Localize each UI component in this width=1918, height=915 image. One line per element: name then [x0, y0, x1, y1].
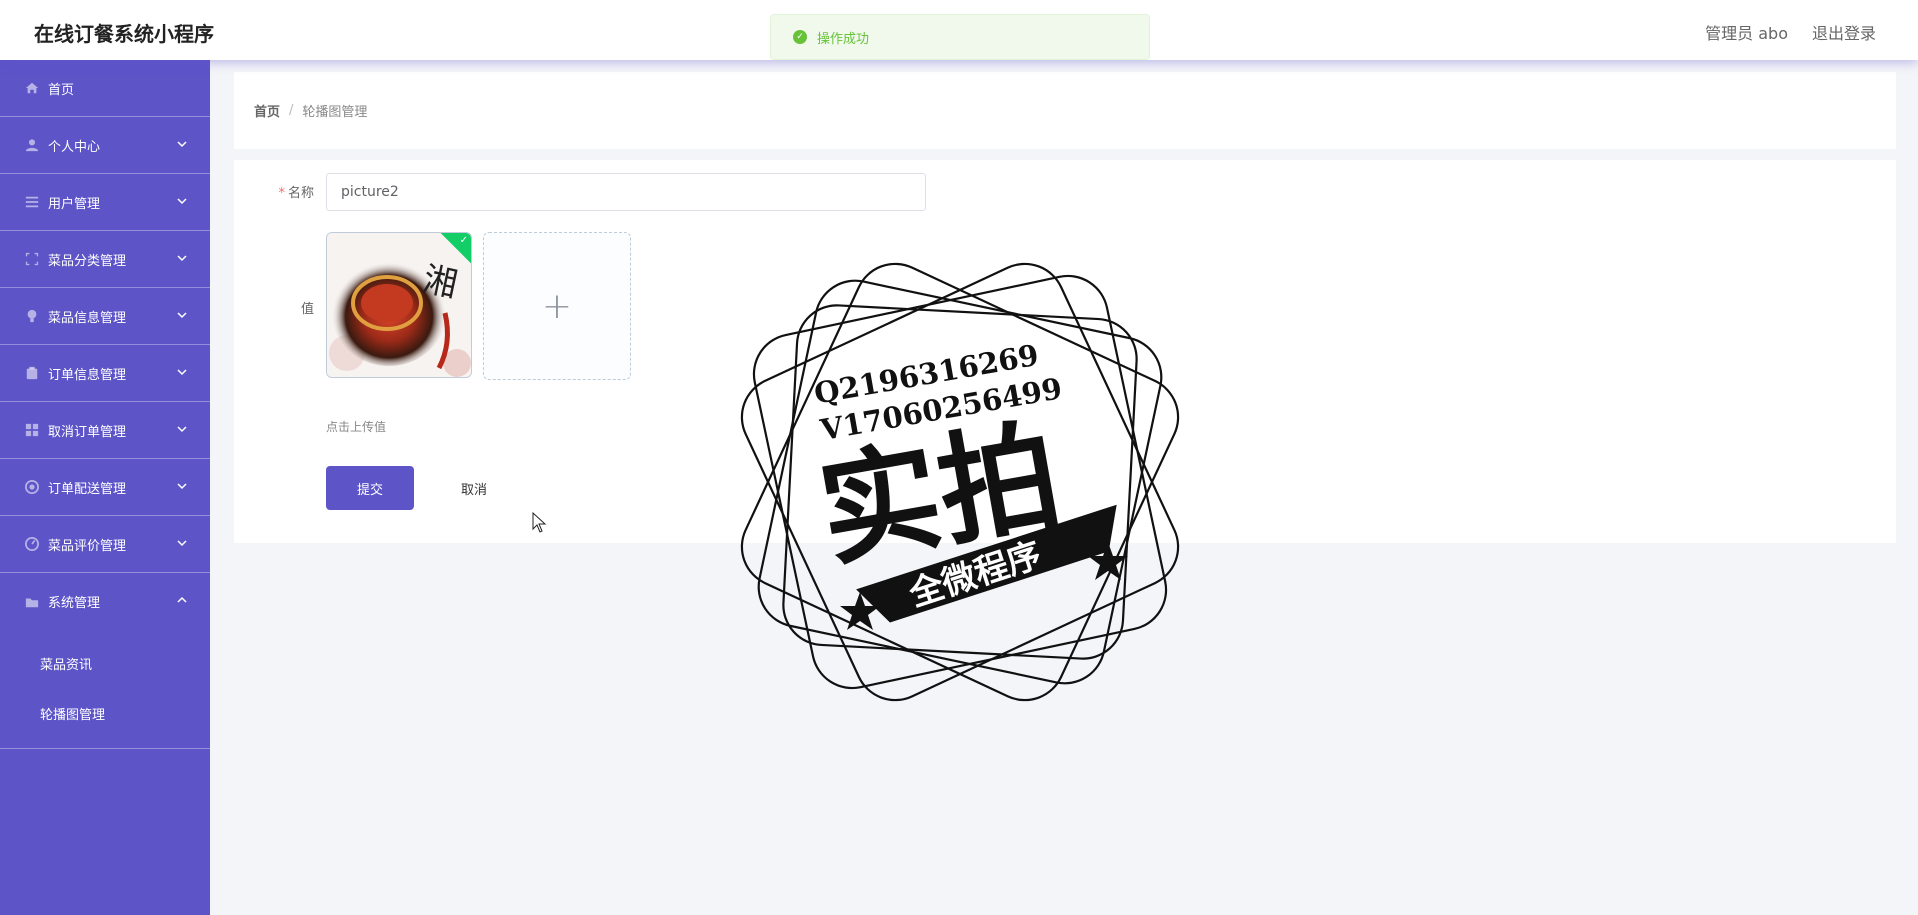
image-upload-button[interactable]: + [483, 232, 631, 380]
chevron-down-icon [176, 537, 188, 549]
breadcrumb-home[interactable]: 首页 [254, 101, 280, 120]
sidebar-item-label: 订单配送管理 [48, 481, 127, 497]
star-icon [840, 592, 880, 630]
list-icon [24, 194, 40, 210]
clipboard-icon [24, 365, 40, 381]
sidebar-subitem-dish-news[interactable]: 菜品资讯 [0, 638, 210, 688]
user-icon [24, 137, 40, 153]
chevron-down-icon [176, 423, 188, 435]
star-icon [1088, 542, 1128, 580]
submit-button[interactable]: 提交 [326, 466, 414, 510]
chevron-down-icon [176, 195, 188, 207]
admin-user-label[interactable]: 管理员 abo [1705, 20, 1788, 44]
cancel-button[interactable]: 取消 [430, 466, 518, 510]
sidebar-subitem-carousel[interactable]: 轮播图管理 [0, 688, 210, 738]
sidebar-item-label: 个人中心 [48, 139, 101, 155]
logout-button[interactable]: 退出登录 [1812, 20, 1876, 44]
required-marker: * [278, 186, 285, 201]
sidebar-item-home[interactable]: 首页 [0, 60, 210, 117]
system-management-submenu: 菜品资讯 轮播图管理 [0, 630, 210, 749]
success-toast: ✓ 操作成功 [770, 14, 1150, 60]
sidebar-item-dish-info[interactable]: 菜品信息管理 [0, 288, 210, 345]
breadcrumb-current: 轮播图管理 [302, 105, 368, 120]
home-icon [24, 80, 40, 96]
sidebar-item-dish-category[interactable]: 菜品分类管理 [0, 231, 210, 288]
chevron-up-icon [176, 594, 188, 606]
name-input[interactable] [326, 173, 926, 211]
gauge-icon [24, 536, 40, 552]
sidebar-item-label: 系统管理 [48, 596, 101, 611]
mouse-cursor-icon [532, 512, 547, 533]
app-title: 在线订餐系统小程序 [34, 22, 214, 46]
sidebar-item-cancel-order[interactable]: 取消订单管理 [0, 402, 210, 459]
header-user-area: 管理员 abo 退出登录 [1705, 20, 1876, 44]
chevron-down-icon [176, 252, 188, 264]
breadcrumb: 首页 / 轮播图管理 [234, 72, 1896, 149]
scan-icon [24, 251, 40, 267]
value-label: 值 [300, 302, 314, 317]
chevron-down-icon [176, 480, 188, 492]
dish-image: 湘 [327, 233, 471, 377]
check-circle-icon: ✓ [793, 30, 807, 44]
chevron-down-icon [176, 366, 188, 378]
chevron-down-icon [176, 138, 188, 150]
chevron-down-icon [176, 309, 188, 321]
sidebar-item-label: 菜品信息管理 [48, 310, 127, 326]
sidebar: 首页 个人中心 用户管理 菜品分类管理 菜品信息管理 订单信息管理 取消订单管理… [0, 60, 210, 915]
sidebar-item-order-delivery[interactable]: 订单配送管理 [0, 459, 210, 516]
sidebar-item-personal-center[interactable]: 个人中心 [0, 117, 210, 174]
name-label: * 名称 [278, 186, 314, 201]
sidebar-item-user-management[interactable]: 用户管理 [0, 174, 210, 231]
carousel-form: *名称 值 湘 ✓ + 点击上传值 [234, 160, 1896, 543]
check-icon: ✓ [459, 235, 468, 246]
circle-icon [24, 479, 40, 495]
folder-icon [24, 594, 40, 610]
sidebar-item-dish-review[interactable]: 菜品评价管理 [0, 516, 210, 573]
sidebar-item-label: 首页 [48, 82, 75, 98]
sidebar-item-label: 订单信息管理 [48, 367, 127, 383]
uploaded-image-thumbnail[interactable]: 湘 ✓ [326, 232, 472, 378]
watermark-banner: 全微程序 [904, 535, 1047, 615]
sidebar-item-label: 菜品分类管理 [48, 253, 127, 269]
bulb-icon [24, 308, 40, 324]
sidebar-item-label: 菜品评价管理 [48, 538, 127, 554]
sidebar-item-label: 用户管理 [48, 196, 101, 212]
sidebar-item-label: 取消订单管理 [48, 424, 127, 440]
grid-icon [24, 422, 40, 438]
sidebar-item-system-management[interactable]: 系统管理 [0, 573, 210, 630]
breadcrumb-separator: / [289, 103, 294, 118]
plus-icon: + [541, 285, 573, 327]
sidebar-item-order-info[interactable]: 订单信息管理 [0, 345, 210, 402]
toast-message: 操作成功 [817, 31, 870, 47]
upload-hint: 点击上传值 [326, 420, 387, 434]
